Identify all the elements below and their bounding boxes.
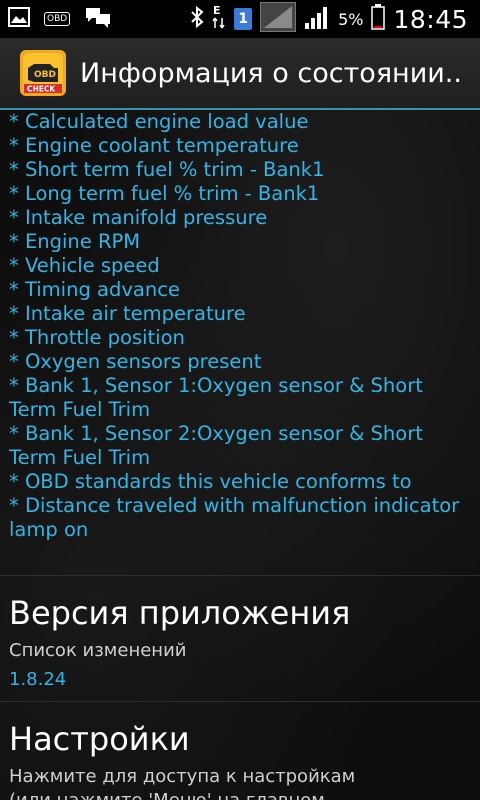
svg-text:E: E bbox=[213, 4, 221, 17]
pid-list-item: * Long term fuel % trim - Bank1 bbox=[9, 182, 320, 205]
app-logo-icon[interactable]: OBD CHECK bbox=[20, 50, 66, 96]
bluetooth-icon bbox=[190, 5, 204, 32]
battery-percent: 5% bbox=[338, 9, 364, 29]
settings-subtitle-line2: (или нажмите 'Меню' на главном bbox=[9, 790, 325, 800]
divider bbox=[0, 575, 480, 576]
pid-list-item: * Timing advance bbox=[9, 278, 180, 301]
settings-title: Настройки bbox=[9, 720, 190, 758]
content-area[interactable]: * Calculated engine load value * Engine c… bbox=[0, 110, 480, 800]
obd-icon: OBD bbox=[44, 12, 71, 26]
pid-list-item: * Intake air temperature bbox=[9, 302, 246, 325]
pid-list-item: * Calculated engine load value bbox=[9, 110, 309, 133]
battery-icon bbox=[371, 4, 386, 34]
signal-sim1-icon bbox=[259, 1, 297, 36]
chat-icon bbox=[84, 6, 112, 32]
settings-subtitle-line1: Нажмите для доступа к настройкам bbox=[9, 766, 356, 787]
pid-list-item: * OBD standards this vehicle conforms to bbox=[9, 470, 412, 493]
version-subtitle: Список изменений bbox=[9, 640, 187, 661]
pid-list-item: * Throttle position bbox=[9, 326, 185, 349]
divider bbox=[0, 701, 480, 702]
pid-list-item: * Intake manifold pressure bbox=[9, 206, 268, 229]
status-bar: OBD E 1 5% 18:45 bbox=[0, 0, 480, 38]
sim-1-icon: 1 bbox=[234, 8, 253, 30]
image-icon bbox=[8, 7, 30, 31]
pid-list-item: * Distance traveled with malfunction ind… bbox=[9, 494, 460, 541]
pid-list-item: * Bank 1, Sensor 2:Oxygen sensor & Short… bbox=[9, 422, 423, 469]
pid-list-item: * Vehicle speed bbox=[9, 254, 160, 277]
data-e-icon: E bbox=[212, 4, 226, 34]
supported-pid-list: * Calculated engine load value * Engine c… bbox=[9, 110, 474, 542]
pid-list-item: * Oxygen sensors present bbox=[9, 350, 262, 373]
pid-list-item: * Engine coolant temperature bbox=[9, 134, 299, 157]
svg-text:OBD: OBD bbox=[34, 70, 56, 80]
version-value: 1.8.24 bbox=[9, 669, 67, 690]
clock: 18:45 bbox=[393, 4, 468, 34]
pid-list-item: * Short term fuel % trim - Bank1 bbox=[9, 158, 325, 181]
pid-list-item: * Engine RPM bbox=[9, 230, 141, 253]
signal-sim2-icon bbox=[304, 5, 330, 33]
version-title: Версия приложения bbox=[9, 594, 351, 632]
pid-list-item: * Bank 1, Sensor 1:Oxygen sensor & Short… bbox=[9, 374, 423, 421]
action-bar: OBD CHECK Информация о состоянии.. bbox=[0, 38, 480, 110]
svg-text:CHECK: CHECK bbox=[27, 85, 56, 94]
screen-title: Информация о состоянии.. bbox=[80, 57, 460, 89]
